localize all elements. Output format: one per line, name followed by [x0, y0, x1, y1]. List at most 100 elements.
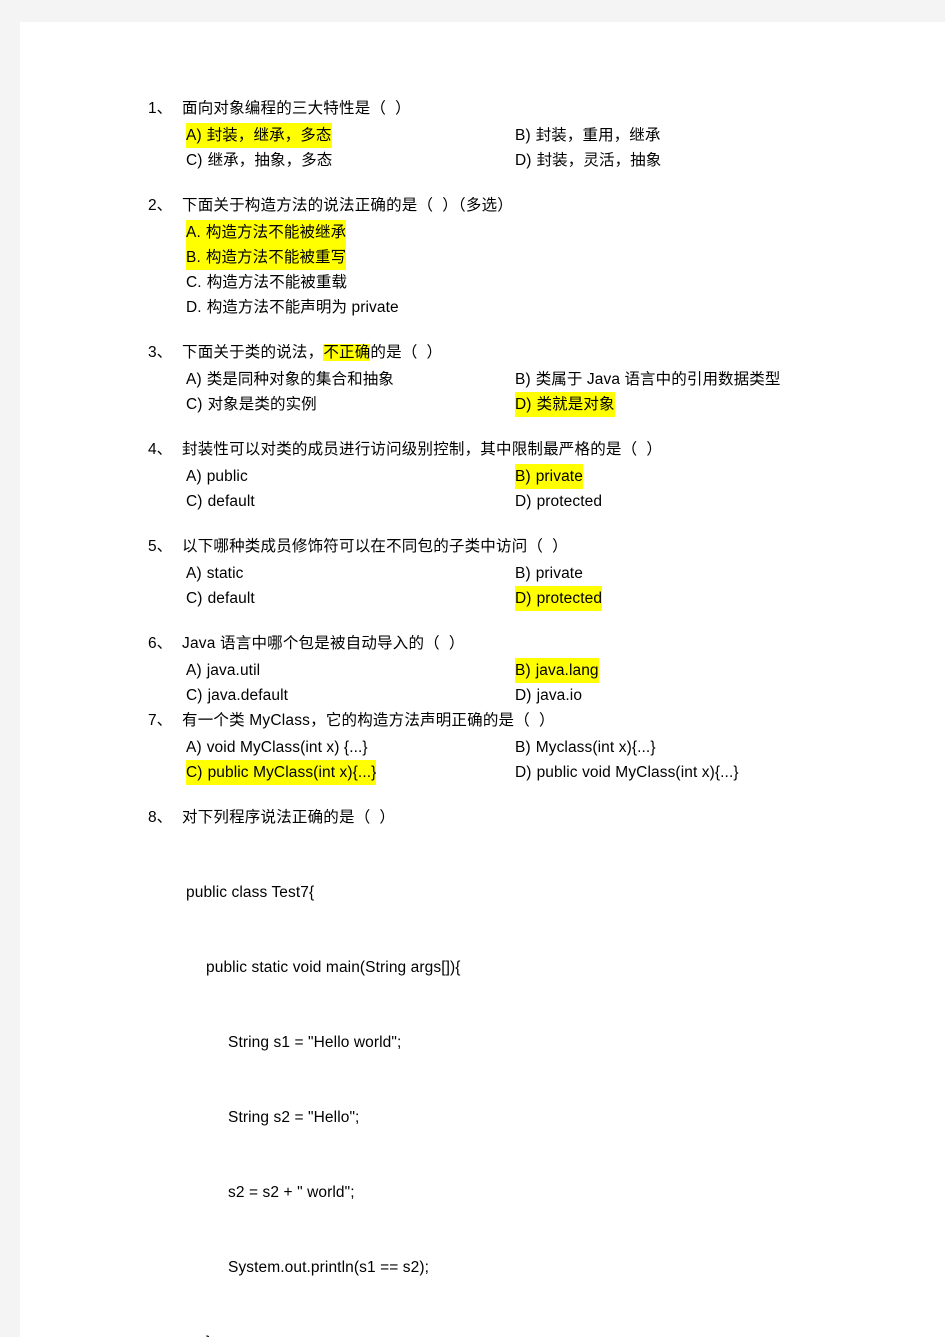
option-c[interactable]: C) public MyClass(int x){...} — [186, 760, 377, 785]
option-b[interactable]: B) 类属于 Java 语言中的引用数据类型 — [515, 367, 780, 392]
option-row: A. 构造方法不能被继承 — [186, 220, 848, 245]
question-6: 6、 Java 语言中哪个包是被自动导入的（ ） A) java.util B) j… — [148, 631, 848, 708]
code-line: String s1 = "Hello world"; — [228, 1034, 402, 1051]
option-c[interactable]: C) 对象是类的实例 — [186, 392, 317, 417]
option-b[interactable]: B) private — [515, 561, 583, 586]
option-letter: A) — [186, 371, 202, 388]
option-c[interactable]: C. 构造方法不能被重载 — [186, 270, 347, 295]
option-a[interactable]: A) static — [186, 561, 243, 586]
option-text: private — [535, 565, 583, 582]
option-letter: B) — [515, 662, 531, 679]
option-text: public — [206, 468, 248, 485]
option-list: A. 构造方法不能被继承 B. 构造方法不能被重写 C. 构造方法不能被重载 D. 构造… — [148, 220, 848, 320]
question-stem: 3、 下面关于类的说法，不正确的是（ ） — [148, 340, 848, 365]
stem-part-highlighted: 不正确 — [323, 344, 371, 361]
option-b[interactable]: B) Myclass(int x){...} — [515, 735, 656, 760]
question-stem: 6、 Java 语言中哪个包是被自动导入的（ ） — [148, 631, 848, 656]
option-d[interactable]: D) protected — [515, 586, 603, 611]
question-3: 3、 下面关于类的说法，不正确的是（ ） A) 类是同种对象的集合和抽象 B) 类属… — [148, 340, 848, 417]
option-text: default — [207, 493, 255, 510]
option-text: 类就是对象 — [536, 396, 615, 413]
option-text: 构造方法不能声明为 private — [206, 299, 399, 316]
option-list: A) java.util B) java.lang C) java.default D… — [148, 658, 848, 708]
option-a[interactable]: A) void MyClass(int x) {...} — [186, 735, 368, 760]
option-d[interactable]: D) java.io — [515, 683, 582, 708]
question-stem: 8、 对下列程序说法正确的是（ ） — [148, 805, 848, 830]
option-text: 对象是类的实例 — [207, 396, 317, 413]
option-letter: D) — [515, 396, 532, 413]
option-list: A) 封装，继承，多态 B) 封装，重用，继承 C) 继承，抽象，多态 D) 封装，灵活… — [148, 123, 848, 173]
question-number: 7、 — [148, 712, 173, 729]
code-line: s2 = s2 + " world"; — [228, 1184, 355, 1201]
option-row: A) java.util B) java.lang — [186, 658, 848, 683]
option-row: D. 构造方法不能声明为 private — [186, 295, 848, 320]
option-row: A) static B) private — [186, 561, 848, 586]
question-number: 1、 — [148, 100, 173, 117]
question-number: 4、 — [148, 441, 173, 458]
option-b[interactable]: B) 封装，重用，继承 — [515, 123, 661, 148]
option-text: protected — [536, 590, 603, 607]
option-text: 继承，抽象，多态 — [207, 152, 333, 169]
option-letter: A) — [186, 739, 202, 756]
option-row: C. 构造方法不能被重载 — [186, 270, 848, 295]
option-a[interactable]: A. 构造方法不能被继承 — [186, 220, 347, 245]
option-row: C) 继承，抽象，多态 D) 封装，灵活，抽象 — [186, 148, 848, 173]
question-text: 下面关于类的说法，不正确的是（ ） — [182, 340, 848, 365]
option-row: C) 对象是类的实例 D) 类就是对象 — [186, 392, 848, 417]
option-a[interactable]: A) java.util — [186, 658, 260, 683]
option-text: static — [206, 565, 244, 582]
option-c[interactable]: C) java.default — [186, 683, 288, 708]
option-text: 封装，继承，多态 — [206, 127, 332, 144]
option-b[interactable]: B. 构造方法不能被重写 — [186, 245, 347, 270]
option-letter: C) — [186, 152, 203, 169]
question-number: 2、 — [148, 197, 173, 214]
option-d[interactable]: D) 封装，灵活，抽象 — [515, 148, 661, 173]
option-a[interactable]: A) 类是同种对象的集合和抽象 — [186, 367, 394, 392]
option-a[interactable]: A) public — [186, 464, 248, 489]
option-letter: A) — [186, 468, 202, 485]
option-letter: A) — [186, 565, 202, 582]
option-d[interactable]: D) public void MyClass(int x){...} — [515, 760, 739, 785]
option-letter: D) — [515, 590, 532, 607]
option-row: A) public B) private — [186, 464, 848, 489]
option-b[interactable]: B) private — [515, 464, 583, 489]
question-stem: 2、 下面关于构造方法的说法正确的是（ ）（多选） — [148, 193, 848, 218]
option-d[interactable]: D) protected — [515, 489, 602, 514]
question-stem: 7、 有一个类 MyClass，它的构造方法声明正确的是（ ） — [148, 708, 848, 733]
code-line: public static void main(String args[]){ — [206, 959, 461, 976]
option-text: 构造方法不能被重写 — [205, 249, 347, 266]
option-letter: C. — [186, 274, 202, 291]
option-list: A) 类是同种对象的集合和抽象 B) 类属于 Java 语言中的引用数据类型 C) 对… — [148, 367, 848, 417]
option-text: public void MyClass(int x){...} — [536, 764, 739, 781]
code-line: System.out.println(s1 == s2); — [228, 1259, 430, 1276]
option-letter: C) — [186, 396, 203, 413]
option-row: A) void MyClass(int x) {...} B) Myclass(in… — [186, 735, 848, 760]
option-text: java.io — [536, 687, 583, 704]
option-a[interactable]: A) 封装，继承，多态 — [186, 123, 332, 148]
option-text: protected — [536, 493, 603, 510]
option-text: java.default — [207, 687, 289, 704]
question-2: 2、 下面关于构造方法的说法正确的是（ ）（多选） A. 构造方法不能被继承 B.… — [148, 193, 848, 320]
option-letter: A) — [186, 127, 202, 144]
option-list: A) static B) private C) default D) protected — [148, 561, 848, 611]
option-letter: D) — [515, 687, 532, 704]
stem-part: 下面关于类的说法， — [182, 344, 324, 361]
option-d[interactable]: D. 构造方法不能声明为 private — [186, 295, 399, 320]
question-stem: 1、 面向对象编程的三大特性是（ ） — [148, 96, 848, 121]
option-c[interactable]: C) 继承，抽象，多态 — [186, 148, 332, 173]
option-c[interactable]: C) default — [186, 489, 255, 514]
option-text: java.util — [206, 662, 261, 679]
option-row: C) default D) protected — [186, 586, 848, 611]
question-stem: 4、 封装性可以对类的成员进行访问级别控制，其中限制最严格的是（ ） — [148, 437, 848, 462]
option-text: public MyClass(int x){...} — [207, 764, 377, 781]
option-text: 封装，重用，继承 — [535, 127, 661, 144]
option-letter: B) — [515, 468, 531, 485]
option-text: 类属于 Java 语言中的引用数据类型 — [535, 371, 781, 388]
question-text: 有一个类 MyClass，它的构造方法声明正确的是（ ） — [182, 712, 555, 729]
option-b[interactable]: B) java.lang — [515, 658, 599, 683]
option-letter: C) — [186, 590, 203, 607]
option-text: 封装，灵活，抽象 — [536, 152, 662, 169]
option-c[interactable]: C) default — [186, 586, 255, 611]
option-d[interactable]: D) 类就是对象 — [515, 392, 615, 417]
option-letter: C) — [186, 687, 203, 704]
